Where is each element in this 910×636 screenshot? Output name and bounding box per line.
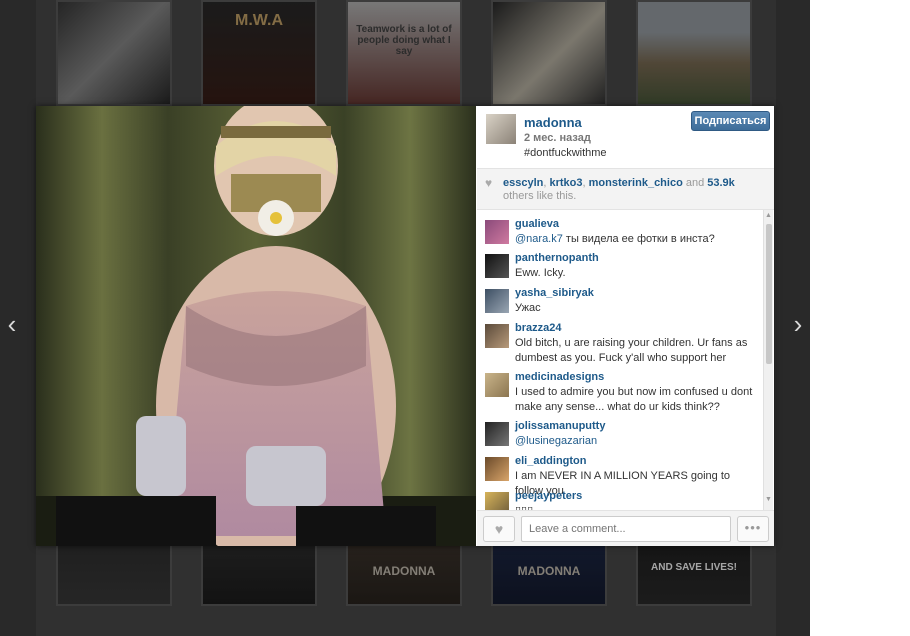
heart-icon: ♥ (485, 176, 493, 190)
avatar[interactable] (486, 114, 516, 144)
comment-mention[interactable]: @nara.k7 (515, 233, 563, 245)
comments-scrollbar[interactable]: ▲ ▼ (763, 210, 773, 510)
comment-text: I used to admire you but now im confused… (515, 385, 757, 415)
comment-body: Old bitch, u are raising your children. … (515, 337, 748, 364)
post-caption: #dontfuckwithme (524, 147, 607, 159)
post-timestamp[interactable]: 2 мес. назад (524, 132, 591, 144)
likes-summary: ♥ esscyln, krtko3, monsterink_chico and … (477, 168, 774, 210)
post-photo (36, 106, 476, 546)
liker-link[interactable]: esscyln (503, 177, 543, 189)
scroll-down-icon[interactable]: ▼ (765, 496, 772, 503)
comment-username[interactable]: eli_addington (515, 455, 587, 467)
comment-text: @lusinegazarian (515, 434, 757, 449)
next-arrow-icon[interactable]: › (786, 310, 810, 338)
comment-username[interactable]: brazza24 (515, 322, 561, 334)
likes-and: and (682, 177, 708, 189)
comment-footer: ♥ ••• (477, 510, 774, 546)
post-username[interactable]: madonna (524, 115, 582, 130)
avatar[interactable] (485, 492, 509, 510)
comment-username[interactable]: medicinadesigns (515, 371, 604, 383)
follow-button[interactable]: Подписаться (691, 111, 770, 131)
likes-text: esscyln, krtko3, monsterink_chico and 53… (503, 177, 765, 203)
comment-text: Old bitch, u are raising your children. … (515, 336, 757, 366)
scroll-up-icon[interactable]: ▲ (765, 212, 772, 219)
comment-body: Eww. Icky. (515, 267, 566, 279)
comment-text: Ужас (515, 301, 757, 316)
comment-body: ты видела ее фотки в инста? (562, 233, 715, 245)
likes-count[interactable]: 53.9k (707, 177, 735, 189)
avatar[interactable] (485, 324, 509, 348)
comment-input[interactable] (521, 516, 731, 542)
avatar[interactable] (485, 373, 509, 397)
avatar[interactable] (485, 254, 509, 278)
avatar[interactable] (485, 220, 509, 244)
avatar[interactable] (485, 457, 509, 481)
like-button[interactable]: ♥ (483, 516, 515, 542)
liker-link[interactable]: krtko3 (550, 177, 583, 189)
photo-modal: madonna 2 мес. назад #dontfuckwithme Под… (36, 106, 774, 546)
comment-username[interactable]: panthernopanth (515, 252, 599, 264)
avatar[interactable] (485, 422, 509, 446)
comments-list[interactable]: gualieva @nara.k7 ты видела ее фотки в и… (477, 210, 774, 510)
more-options-button[interactable]: ••• (737, 516, 769, 542)
comment-username[interactable]: peejaypeters (515, 490, 582, 502)
comment-username[interactable]: gualieva (515, 218, 559, 230)
likes-suffix: others like this. (503, 190, 577, 202)
comment-body: Ужас (515, 302, 541, 314)
comment-text: Eww. Icky. (515, 266, 757, 281)
post-details-panel: madonna 2 мес. назад #dontfuckwithme Под… (477, 106, 774, 546)
comment-username[interactable]: yasha_sibiryak (515, 287, 594, 299)
comment-username[interactable]: jolissamanuputty (515, 420, 605, 432)
comment-body: I used to admire you but now im confused… (515, 386, 753, 413)
post-header: madonna 2 мес. назад #dontfuckwithme Под… (477, 106, 774, 166)
comment-mention[interactable]: @lusinegazarian (515, 435, 597, 447)
avatar[interactable] (485, 289, 509, 313)
scrollbar-thumb[interactable] (766, 224, 772, 364)
post-photo-image (36, 106, 476, 546)
comment-text: @nara.k7 ты видела ее фотки в инста? (515, 232, 757, 247)
previous-arrow-icon[interactable]: ‹ (0, 310, 24, 338)
liker-link[interactable]: monsterink_chico (589, 177, 683, 189)
